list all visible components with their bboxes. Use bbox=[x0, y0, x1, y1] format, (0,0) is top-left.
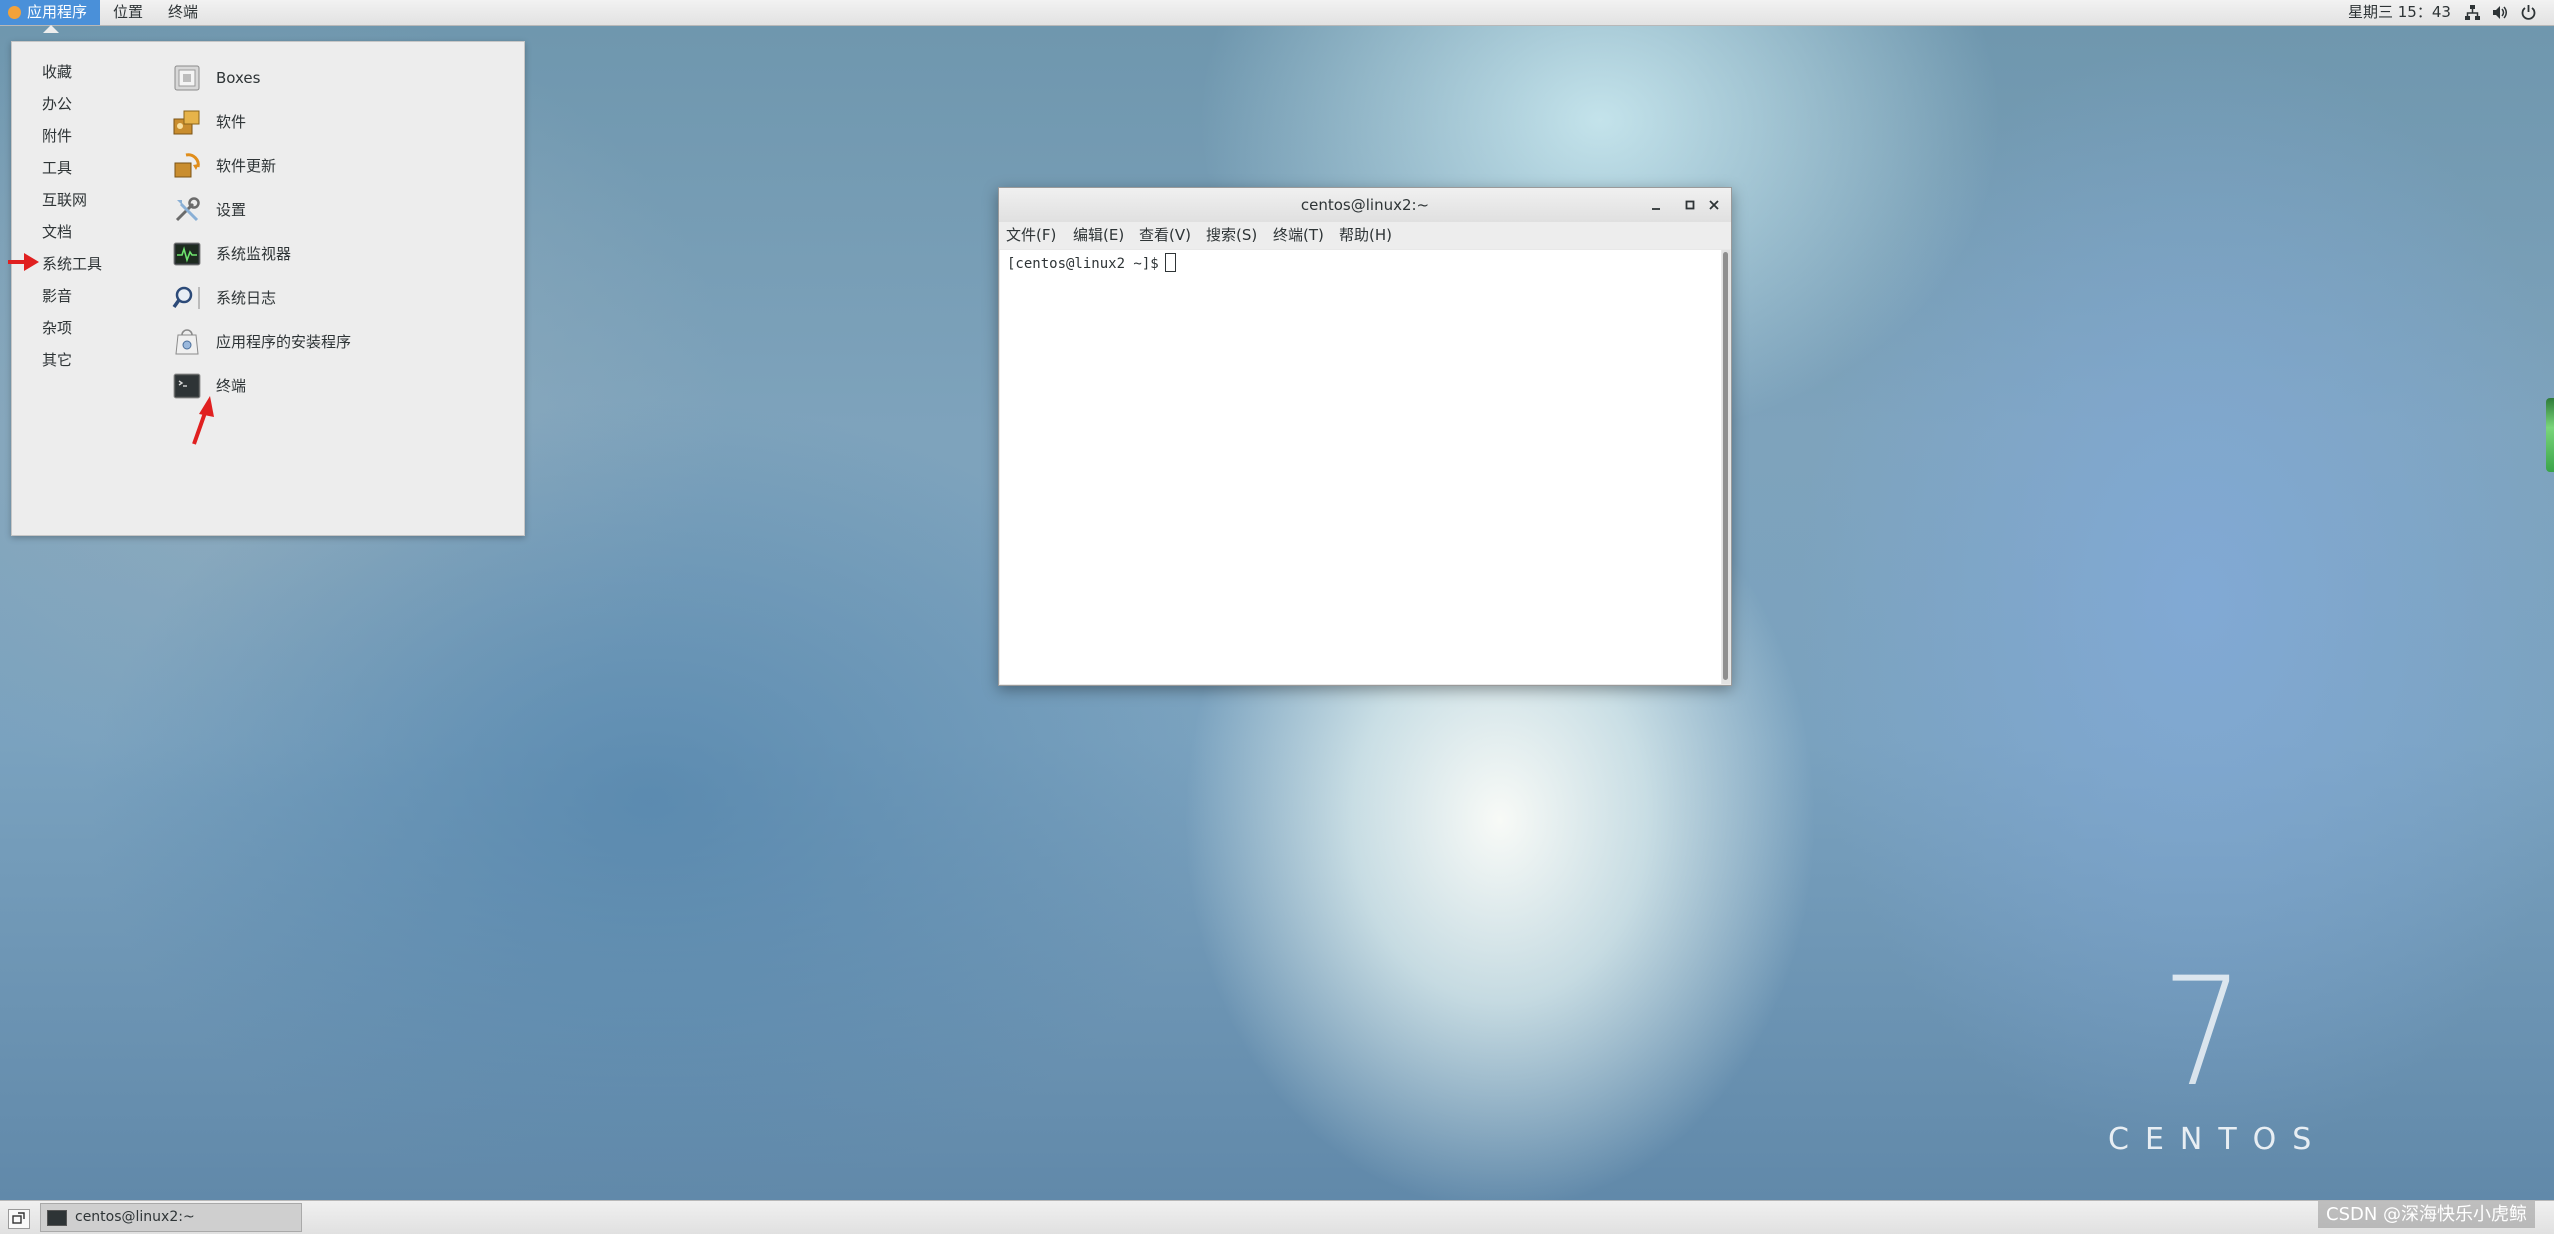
category-utilities[interactable]: 工具 bbox=[42, 156, 72, 180]
terminal-menu-button[interactable]: 终端 bbox=[158, 0, 208, 25]
terminal-titlebar[interactable]: centos@linux2:~ bbox=[999, 188, 1731, 223]
category-other[interactable]: 其它 bbox=[42, 348, 72, 372]
menu-file[interactable]: 文件(F) bbox=[1006, 222, 1056, 249]
applications-menu-button[interactable]: 应用程序 bbox=[0, 0, 100, 25]
terminal-title: centos@linux2:~ bbox=[1300, 196, 1430, 214]
app-label: 系统日志 bbox=[216, 289, 277, 307]
app-label: Boxes bbox=[216, 69, 261, 87]
app-label: 设置 bbox=[216, 201, 247, 219]
boxes-icon bbox=[174, 65, 200, 91]
category-accessories[interactable]: 附件 bbox=[42, 124, 72, 148]
applications-menu: 收藏 办公 附件 工具 互联网 文档 系统工具 影音 杂项 其它 Boxes 软… bbox=[11, 41, 525, 536]
show-desktop-icon[interactable] bbox=[8, 1209, 30, 1229]
edge-handle[interactable] bbox=[2546, 398, 2554, 472]
text-cursor bbox=[1164, 253, 1176, 272]
minimize-icon[interactable] bbox=[1646, 195, 1666, 215]
clock[interactable]: 星期三 15：43 bbox=[2348, 0, 2451, 25]
category-sound-video[interactable]: 影音 bbox=[42, 284, 72, 308]
category-system-tools[interactable]: 系统工具 bbox=[42, 252, 102, 276]
close-icon[interactable] bbox=[1704, 195, 1724, 215]
scrollbar-thumb[interactable] bbox=[1723, 252, 1728, 680]
menu-terminal[interactable]: 终端(T) bbox=[1273, 222, 1324, 249]
centos-logo-word: CENTOS bbox=[2108, 1122, 2328, 1157]
bottom-panel: centos@linux2:~ bbox=[0, 1200, 2554, 1234]
software-icon bbox=[173, 110, 200, 135]
taskbar-terminal[interactable]: centos@linux2:~ bbox=[40, 1203, 302, 1232]
menu-help[interactable]: 帮助(H) bbox=[1339, 222, 1392, 249]
app-label: 软件更新 bbox=[216, 157, 277, 175]
network-icon[interactable] bbox=[2464, 4, 2481, 21]
taskbar-label: centos@linux2:~ bbox=[75, 1209, 195, 1225]
category-favorites[interactable]: 收藏 bbox=[42, 60, 72, 84]
category-documents[interactable]: 文档 bbox=[42, 220, 72, 244]
annotation-arrow-right bbox=[8, 253, 39, 271]
menu-view[interactable]: 查看(V) bbox=[1139, 222, 1191, 249]
menu-search[interactable]: 搜索(S) bbox=[1206, 222, 1257, 249]
app-label: 软件 bbox=[216, 113, 247, 131]
menu-edit[interactable]: 编辑(E) bbox=[1073, 222, 1124, 249]
system-monitor-icon bbox=[173, 242, 201, 266]
app-installer-icon bbox=[175, 329, 199, 355]
centos-logo-number: 7 bbox=[2162, 946, 2244, 1120]
gnome-foot-icon bbox=[8, 6, 21, 19]
terminal-scrollbar[interactable] bbox=[1722, 250, 1730, 684]
app-label: 终端 bbox=[216, 377, 247, 395]
applications-menu-label: 应用程序 bbox=[27, 3, 88, 21]
terminal-icon bbox=[47, 1210, 67, 1226]
source-watermark: CSDN @深海快乐小虎鲸 bbox=[2318, 1201, 2536, 1228]
category-internet[interactable]: 互联网 bbox=[42, 188, 87, 212]
power-icon[interactable] bbox=[2520, 4, 2537, 21]
app-label: 应用程序的安装程序 bbox=[216, 333, 352, 351]
app-label: 系统监视器 bbox=[216, 245, 292, 263]
software-update-icon bbox=[174, 153, 200, 178]
maximize-icon[interactable] bbox=[1680, 195, 1700, 215]
menu-pointer bbox=[43, 25, 59, 33]
settings-icon bbox=[175, 197, 200, 222]
top-panel: 应用程序 位置 终端 星期三 15：43 bbox=[0, 0, 2554, 26]
category-office[interactable]: 办公 bbox=[42, 92, 72, 116]
terminal-prompt: [centos@linux2 ~]$ bbox=[1007, 256, 1159, 272]
terminal-menubar: 文件(F) 编辑(E) 查看(V) 搜索(S) 终端(T) 帮助(H) bbox=[999, 222, 1731, 249]
annotation-arrow-up bbox=[192, 396, 214, 445]
terminal-output[interactable]: [centos@linux2 ~]$ bbox=[1000, 250, 1721, 684]
terminal-window[interactable]: centos@linux2:~ 文件(F) 编辑(E) 查看(V) 搜索(S) … bbox=[998, 187, 1732, 686]
volume-icon[interactable] bbox=[2492, 4, 2509, 21]
system-log-icon bbox=[172, 286, 200, 309]
category-sundry[interactable]: 杂项 bbox=[42, 316, 72, 340]
places-menu-button[interactable]: 位置 bbox=[103, 0, 153, 25]
